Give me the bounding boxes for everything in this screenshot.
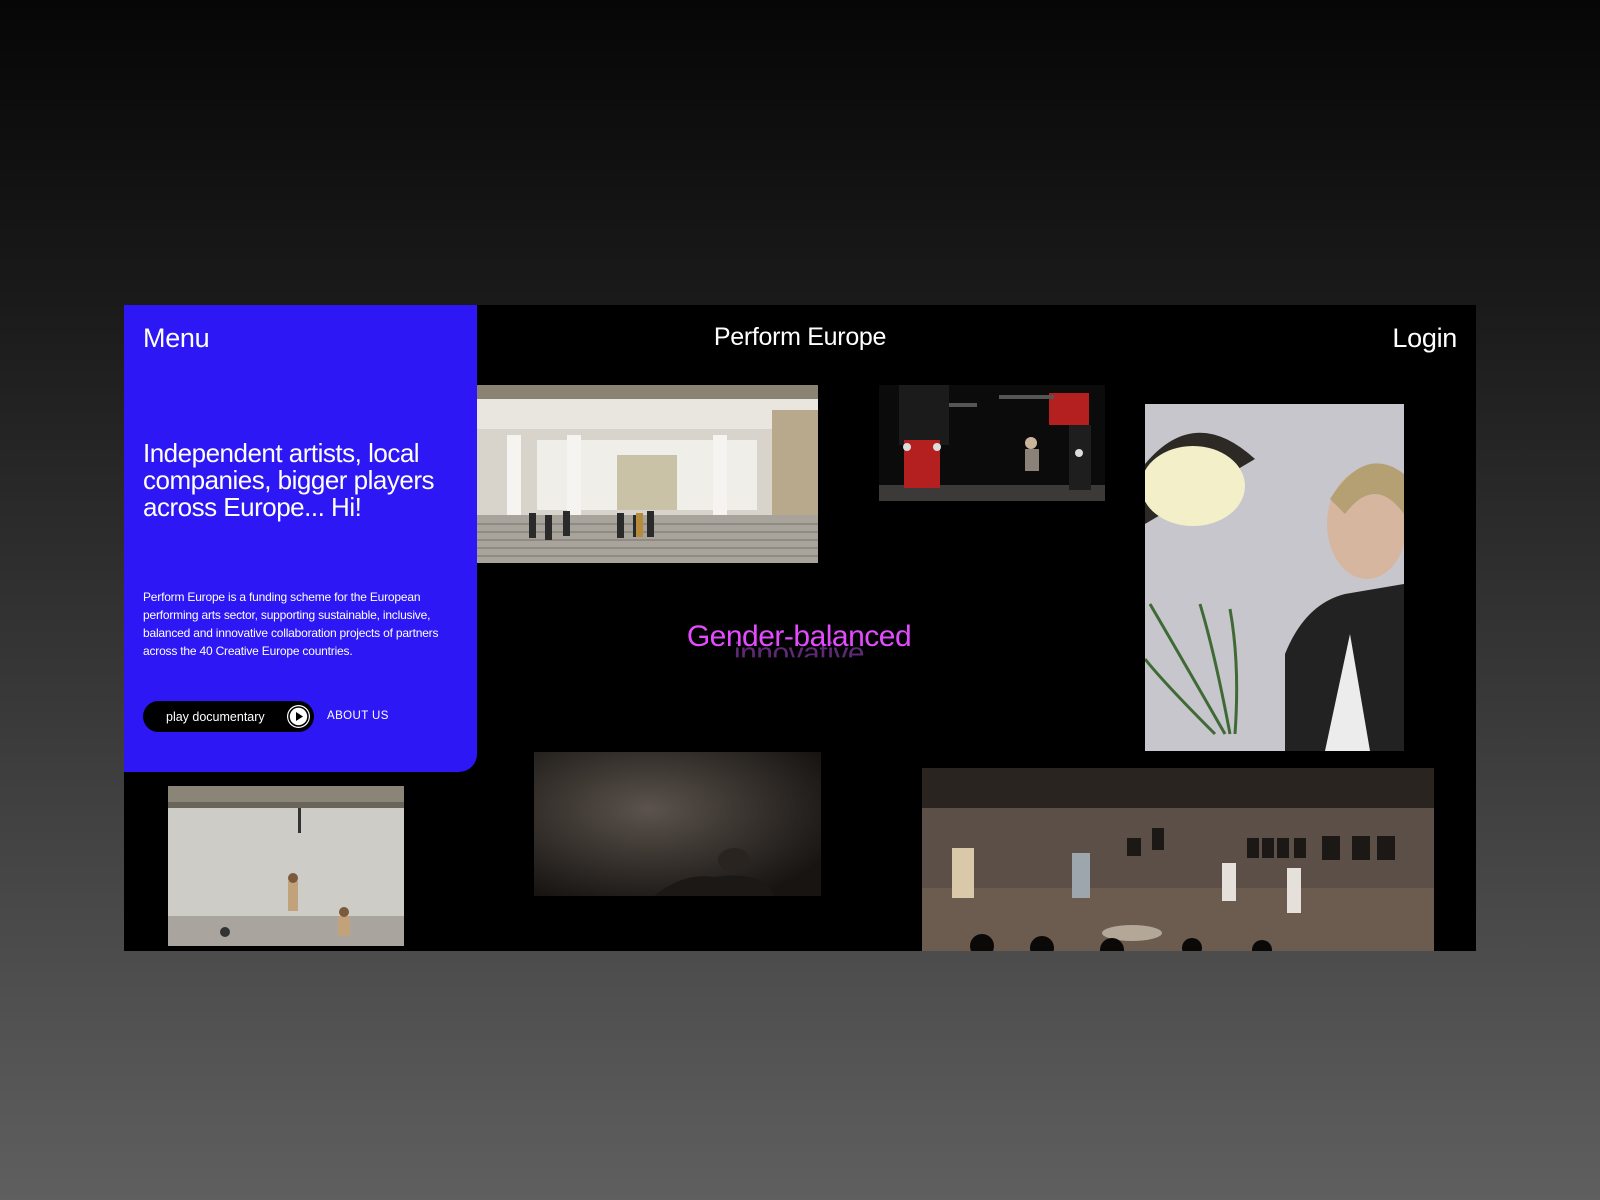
login-link[interactable]: Login [1392, 323, 1457, 354]
photo-dancers [879, 385, 1105, 501]
intro-description: Perform Europe is a funding scheme for t… [143, 590, 439, 658]
play-documentary-button[interactable]: play documentary [143, 701, 314, 732]
site-viewport: Perform Europe Login innovative Gender-b… [124, 305, 1476, 951]
photo-gallery-performance [922, 768, 1434, 951]
photo-interview-portrait [1145, 404, 1404, 751]
intro-panel: Menu Independent artists, local companie… [124, 305, 477, 772]
value-word-carousel: innovative Gender-balanced [674, 620, 924, 680]
photo-white-room [168, 786, 404, 946]
current-value-word: Gender-balanced [686, 620, 912, 653]
play-icon [287, 705, 310, 728]
play-documentary-label: play documentary [166, 709, 265, 724]
menu-button[interactable]: Menu [143, 323, 210, 354]
photo-museum-staircase [477, 385, 818, 563]
about-us-link[interactable]: ABOUT US [327, 710, 389, 722]
intro-headline: Independent artists, local companies, bi… [143, 438, 435, 522]
photo-smoke-performer [534, 752, 821, 896]
